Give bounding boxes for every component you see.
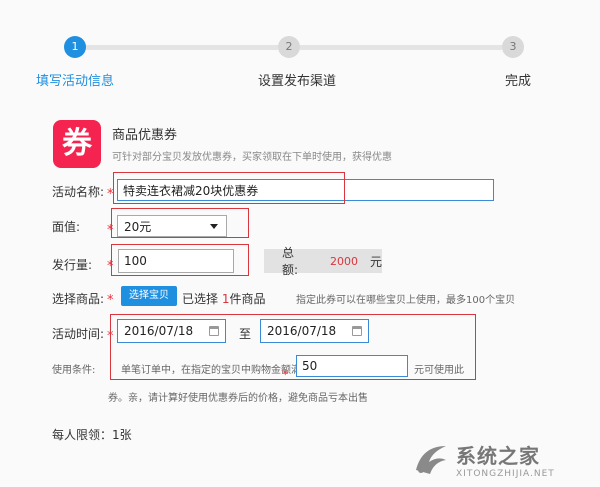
activity-name-label: 活动名称: xyxy=(52,185,105,199)
progress-stepper: 1 2 3 填写活动信息 设置发布渠道 完成 xyxy=(0,0,600,100)
step-3-label: 完成 xyxy=(505,74,532,89)
quantity-label: 发行量: xyxy=(52,258,93,272)
highlight-box xyxy=(111,208,249,238)
step-1-circle: 1 xyxy=(64,36,86,58)
watermark-text: 系统之家 xyxy=(456,443,540,468)
coupon-description: 可针对部分宝贝发放优惠券，买家领取在下单时使用，获得优惠 xyxy=(112,152,392,163)
coupon-title: 商品优惠券 xyxy=(112,128,178,143)
step-1-label: 填写活动信息 xyxy=(36,74,115,89)
step-connector xyxy=(300,45,502,50)
step-connector xyxy=(84,45,278,50)
selected-suffix: 件商品 xyxy=(229,292,266,306)
site-watermark: 系统之家 XITONGZHIJIA.NET xyxy=(412,437,592,481)
total-unit: 元 xyxy=(369,254,382,269)
total-amount-box: 总额: 2000 元 xyxy=(264,246,382,277)
highlight-box xyxy=(110,314,476,380)
select-goods-hint: 指定此券可以在哪些宝贝上使用，最多100个宝贝 xyxy=(296,295,516,306)
per-person-limit: 每人限领：1张 xyxy=(52,428,132,442)
conditions-label: 使用条件: xyxy=(52,365,96,376)
select-goods-label: 选择商品: xyxy=(52,292,105,306)
coupon-icon: 券 xyxy=(53,120,101,168)
highlight-box xyxy=(113,172,345,204)
total-label: 总额: xyxy=(282,246,299,277)
selected-goods-text: 已选择 1件商品 xyxy=(182,290,266,307)
watermark-url: XITONGZHIJIA.NET xyxy=(456,468,555,479)
select-goods-button[interactable]: 选择宝贝 xyxy=(121,286,177,306)
activity-time-label: 活动时间: xyxy=(52,327,105,341)
face-value-label: 面值: xyxy=(52,220,81,234)
selected-prefix: 已选择 xyxy=(182,292,219,306)
watermark-logo-icon xyxy=(416,446,446,474)
required-star: * xyxy=(107,293,114,308)
step-3-circle: 3 xyxy=(502,36,524,58)
highlight-box xyxy=(111,244,249,276)
total-amount: 2000 xyxy=(329,254,358,268)
step-2-circle: 2 xyxy=(278,36,300,58)
conditions-note: 券。亲，请计算好使用优惠券后的价格，避免商品亏本出售 xyxy=(108,393,368,404)
step-2-label: 设置发布渠道 xyxy=(258,74,337,89)
